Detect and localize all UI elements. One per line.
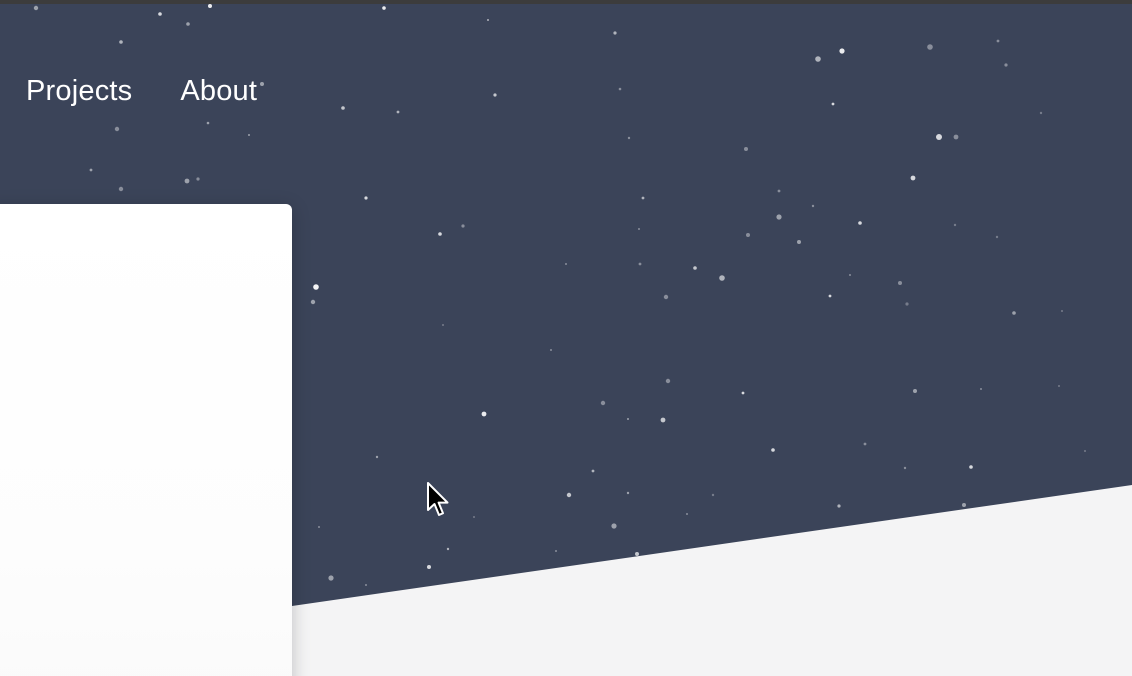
star-dot [555, 550, 557, 552]
star-dot [927, 44, 933, 50]
star-dot [1061, 310, 1063, 312]
star-dot [1004, 63, 1008, 67]
star-dot [365, 584, 367, 586]
star-dot [910, 175, 916, 181]
star-dot [996, 39, 1000, 43]
star-dot [33, 5, 39, 11]
star-dot [719, 275, 725, 281]
star-dot [665, 378, 671, 384]
main-nav: Projects About [26, 72, 257, 110]
star-dot [777, 189, 781, 193]
star-dot [493, 93, 497, 97]
star-dot [980, 388, 982, 390]
star-dot [114, 126, 120, 132]
star-dot [828, 294, 832, 298]
star-dot [341, 106, 345, 110]
content-card [0, 204, 292, 676]
star-dot [627, 418, 629, 420]
star-dot [898, 281, 902, 285]
star-dot [663, 294, 669, 300]
star-dot [318, 526, 320, 528]
star-dot [89, 168, 93, 172]
star-dot [382, 6, 386, 10]
star-dot [248, 134, 250, 136]
star-dot [831, 102, 835, 106]
star-dot [936, 134, 942, 140]
star-dot [638, 228, 640, 230]
star-dot [903, 466, 907, 470]
star-dot [837, 504, 841, 508]
star-dot [627, 136, 631, 140]
star-dot [260, 82, 264, 86]
star-dot [613, 31, 617, 35]
star-dot [158, 12, 162, 16]
star-dot [427, 565, 431, 569]
star-dot [635, 552, 639, 556]
star-dot [995, 235, 999, 239]
star-dot [310, 299, 316, 305]
star-dot [611, 523, 617, 529]
page: Projects About [0, 0, 1132, 676]
star-dot [591, 469, 595, 473]
star-dot [118, 186, 124, 192]
star-dot [442, 324, 444, 326]
star-dot [481, 411, 487, 417]
star-dot [686, 513, 688, 515]
star-dot [119, 40, 123, 44]
star-dot [375, 455, 379, 459]
star-dot [962, 503, 966, 507]
star-dot [565, 263, 567, 265]
star-dot [184, 178, 190, 184]
star-dot [641, 196, 645, 200]
star-dot [746, 233, 750, 237]
nav-link-projects[interactable]: Projects [26, 72, 132, 110]
star-dot [1039, 111, 1043, 115]
star-dot [693, 266, 697, 270]
star-dot [953, 134, 959, 140]
star-dot [1012, 311, 1016, 315]
star-dot [600, 400, 606, 406]
star-dot [913, 389, 917, 393]
nav-link-about[interactable]: About [180, 72, 257, 110]
star-dot [206, 121, 210, 125]
star-dot [438, 232, 442, 236]
star-dot [711, 493, 715, 497]
star-dot [186, 22, 190, 26]
star-dot [849, 274, 851, 276]
star-dot [863, 442, 867, 446]
star-dot [905, 302, 909, 306]
star-dot [461, 224, 465, 228]
star-dot [566, 492, 572, 498]
star-dot [741, 391, 745, 395]
star-dot [196, 177, 200, 181]
star-dot [473, 516, 475, 518]
star-dot [446, 547, 450, 551]
star-dot [969, 465, 973, 469]
star-dot [815, 56, 821, 62]
star-dot [313, 284, 319, 290]
star-dot [626, 491, 630, 495]
star-dot [858, 221, 862, 225]
star-dot [744, 147, 748, 151]
star-dot [328, 575, 334, 581]
star-dot [771, 448, 775, 452]
star-dot [208, 4, 212, 8]
star-dot [638, 262, 642, 266]
star-dot [550, 349, 552, 351]
star-dot [1084, 450, 1086, 452]
star-dot [364, 196, 368, 200]
browser-top-edge [0, 0, 1132, 4]
star-dot [487, 19, 489, 21]
star-dot [396, 110, 400, 114]
star-dot [839, 48, 845, 54]
star-dot [660, 417, 666, 423]
star-dot [618, 87, 622, 91]
star-dot [811, 204, 815, 208]
star-dot [797, 240, 801, 244]
star-dot [953, 223, 957, 227]
star-dot [1058, 385, 1060, 387]
star-dot [776, 214, 782, 220]
